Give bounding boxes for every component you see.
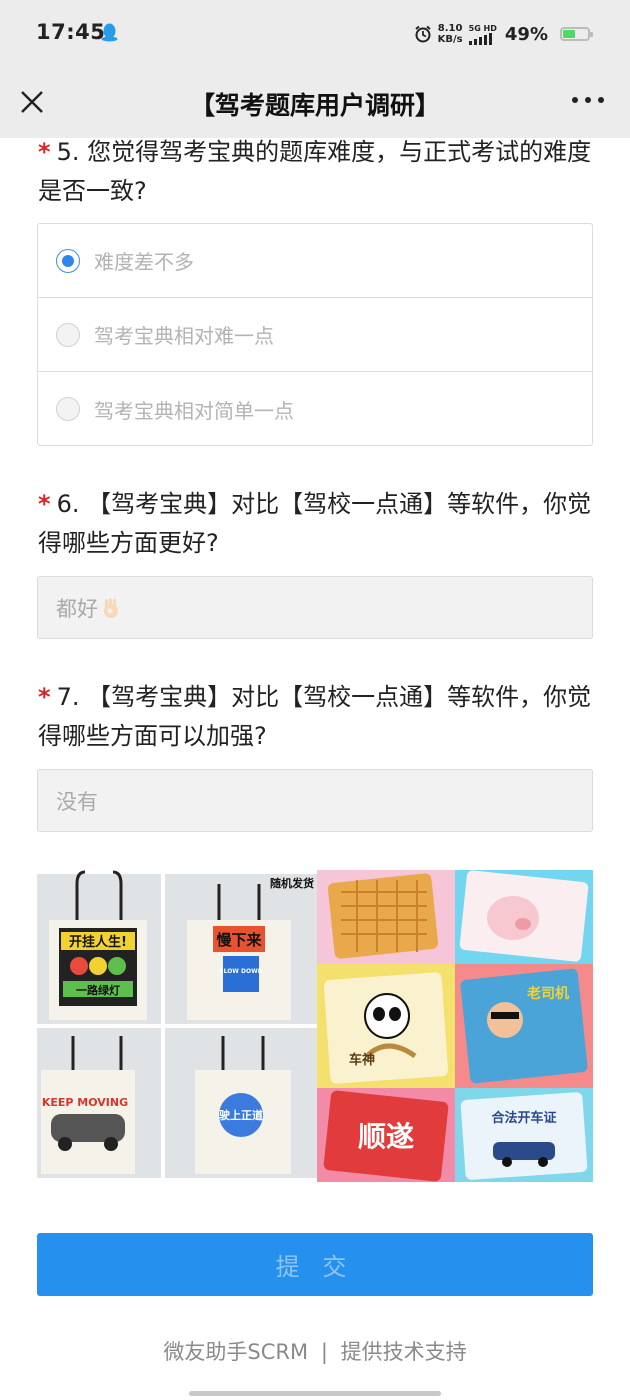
qq-penguin-icon xyxy=(101,23,118,42)
battery-fill xyxy=(563,30,575,38)
tote-bag-1: 开挂人生! 一路绿灯 xyxy=(37,870,161,1024)
bag1-title: 开挂人生! xyxy=(69,934,127,950)
answer-field-q6[interactable]: 都好 xyxy=(37,576,593,639)
bag1-subtitle: 一路绿灯 xyxy=(76,983,120,997)
ok-hand-emoji-icon xyxy=(104,597,118,618)
status-indicators: 8.10 KB/s 5G HD 49% xyxy=(414,18,593,50)
pad-shun-text: 顺遂 xyxy=(358,1120,414,1153)
question-number: 5. xyxy=(56,138,80,166)
mouse-pad-waffle xyxy=(317,870,455,964)
random-ship-label: 随机发货 xyxy=(270,876,314,890)
option-3[interactable]: 驾考宝典相对简单一点 xyxy=(38,372,592,446)
promo-graphic: 开挂人生! 一路绿灯 随机发货 慢下来 SLOW DOWN KEEP MOVIN… xyxy=(37,870,593,1182)
tote-bag-2: 随机发货 慢下来 SLOW DOWN xyxy=(165,874,317,1024)
required-mark: * xyxy=(38,683,51,711)
promo-image: 开挂人生! 一路绿灯 随机发货 慢下来 SLOW DOWN KEEP MOVIN… xyxy=(37,870,593,1182)
mouse-pad-driver: 老司机 xyxy=(455,964,593,1088)
mouse-pad-legal: 合法开车证 xyxy=(455,1088,593,1182)
option-2[interactable]: 驾考宝典相对难一点 xyxy=(38,298,592,372)
answer-field-q7[interactable]: 没有 xyxy=(37,769,593,832)
bag2-subtitle: SLOW DOWN xyxy=(219,968,262,975)
question-text: 【驾考宝典】对比【驾校一点通】等软件，你觉得哪些方面可以加强? xyxy=(38,683,592,750)
radio-button[interactable] xyxy=(56,248,80,273)
network-speed: 8.10 KB/s xyxy=(437,23,463,45)
footer: 微友助手SCRM | 提供技术支持 xyxy=(0,1336,630,1366)
question-7: * 7. 【驾考宝典】对比【驾校一点通】等软件，你觉得哪些方面可以加强? xyxy=(38,678,598,756)
question-number: 7. xyxy=(56,683,80,711)
pad-panda-text: 车神 xyxy=(349,1052,375,1068)
mouse-pad-panda: 车神 xyxy=(317,964,455,1088)
mouse-pad-shun: 顺遂 xyxy=(317,1088,455,1182)
status-bar: 17:45 8.10 KB/s 5G HD 49% xyxy=(0,0,630,68)
pad-driver-text: 老司机 xyxy=(527,985,569,1002)
signal-label: 5G HD xyxy=(468,23,497,33)
page-title: 【驾考题库用户调研】 xyxy=(189,91,440,120)
alarm-icon xyxy=(415,25,431,43)
footer-support: 提供技术支持 xyxy=(340,1340,467,1364)
mouse-pad-pig xyxy=(455,870,593,964)
question-text: 您觉得驾考宝典的题库难度，与正式考试的难度是否一致? xyxy=(38,138,592,205)
signal-bars-icon xyxy=(468,32,492,45)
question-6: * 6. 【驾考宝典】对比【驾校一点通】等软件，你觉得哪些方面更好? xyxy=(38,485,598,563)
required-mark: * xyxy=(38,138,51,166)
option-label: 难度差不多 xyxy=(94,250,194,274)
bag4-title: 驶上正道 xyxy=(219,1108,263,1122)
radio-group-q5: 难度差不多 驾考宝典相对难一点 驾考宝典相对简单一点 xyxy=(37,223,593,446)
answer-text: 都好 xyxy=(56,596,98,621)
radio-button[interactable] xyxy=(56,397,80,421)
pad-legal-text: 合法开车证 xyxy=(491,1110,556,1126)
battery-percent: 49% xyxy=(504,23,548,45)
battery-icon xyxy=(560,27,593,41)
nav-bar: 【驾考题库用户调研】 xyxy=(0,68,630,138)
submit-button[interactable]: 提 交 xyxy=(37,1233,593,1296)
footer-brand[interactable]: 微友助手SCRM xyxy=(163,1340,308,1364)
option-1[interactable]: 难度差不多 xyxy=(38,224,592,298)
required-mark: * xyxy=(38,490,51,518)
option-label: 驾考宝典相对难一点 xyxy=(94,324,274,348)
bag2-title: 慢下来 xyxy=(216,931,262,949)
question-number: 6. xyxy=(56,490,80,518)
answer-text: 没有 xyxy=(56,789,98,814)
signal-indicator: 5G HD xyxy=(468,23,497,45)
question-5: * 5. 您觉得驾考宝典的题库难度，与正式考试的难度是否一致? xyxy=(38,133,598,211)
home-indicator xyxy=(189,1391,441,1396)
bag3-title: KEEP MOVING xyxy=(42,1096,128,1109)
tote-bag-4: 驶上正道 xyxy=(165,1028,317,1178)
question-text: 【驾考宝典】对比【驾校一点通】等软件，你觉得哪些方面更好? xyxy=(38,490,592,557)
option-label: 驾考宝典相对简单一点 xyxy=(94,398,294,423)
radio-button[interactable] xyxy=(56,322,80,347)
footer-separator: | xyxy=(320,1340,328,1364)
more-icon[interactable] xyxy=(572,97,604,103)
tote-bag-3: KEEP MOVING xyxy=(37,1028,161,1178)
status-time: 17:45 xyxy=(36,20,106,44)
